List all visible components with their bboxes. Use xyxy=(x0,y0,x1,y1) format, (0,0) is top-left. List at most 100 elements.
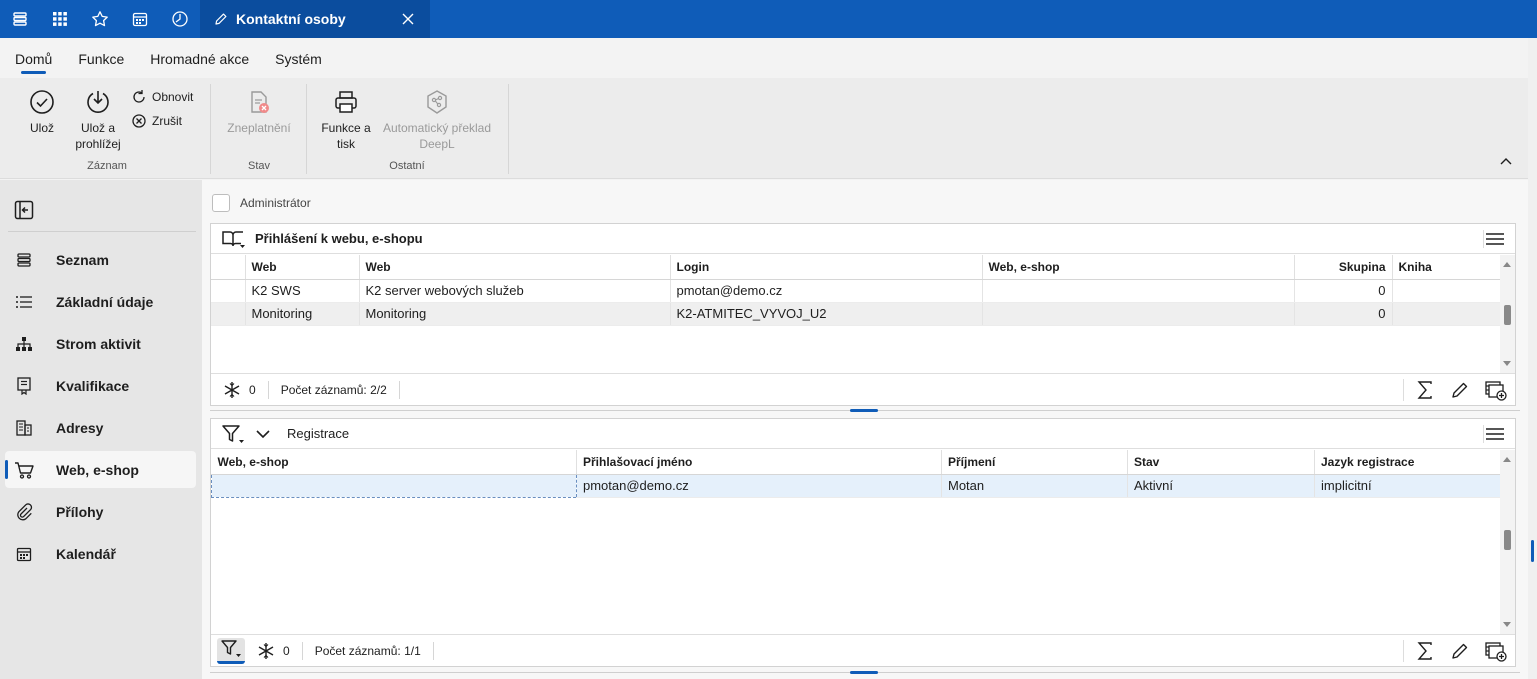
chevron-up-icon[interactable] xyxy=(1498,154,1514,170)
tab-funkce[interactable]: Funkce xyxy=(78,38,124,78)
row-indicator xyxy=(211,302,246,326)
registration-panel: Registrace Web, e-shop Přihlašovací jmén… xyxy=(210,418,1516,667)
table-row[interactable]: pmotan@demo.cz Motan Aktivní implicitní xyxy=(211,473,1501,498)
table-cell[interactable]: Aktivní xyxy=(1127,474,1315,498)
sidebar-item-kvalifikace[interactable]: Kvalifikace xyxy=(5,367,196,404)
table-cell[interactable] xyxy=(211,473,577,498)
sidebar-item-web-eshop[interactable]: Web, e-shop xyxy=(5,451,196,488)
table-cell[interactable] xyxy=(1392,279,1501,303)
cancel-label: Zrušit xyxy=(152,114,182,128)
tab-system[interactable]: Systém xyxy=(275,38,322,78)
certificate-icon xyxy=(14,376,34,396)
invalidate-label: Zneplatnění xyxy=(227,121,291,135)
close-icon[interactable] xyxy=(398,9,418,29)
book-icon[interactable] xyxy=(221,229,245,249)
edit-pencil-icon[interactable] xyxy=(1449,379,1471,401)
table-row[interactable]: Monitoring Monitoring K2-ATMITEC_VYVOJ_U… xyxy=(211,302,1501,326)
table-cell[interactable]: K2-ATMITEC_VYVOJ_U2 xyxy=(670,302,983,326)
tree-icon xyxy=(14,334,34,354)
tab-domu[interactable]: Domů xyxy=(15,38,52,78)
table-cell[interactable]: pmotan@demo.cz xyxy=(576,474,942,498)
active-document-tab[interactable]: Kontaktní osoby xyxy=(200,0,430,38)
table-cell[interactable] xyxy=(1392,302,1501,326)
table-cell[interactable]: 0 xyxy=(1294,279,1393,303)
ribbon-separator xyxy=(210,84,211,174)
filter-icon[interactable] xyxy=(221,423,245,445)
sum-icon[interactable] xyxy=(1403,640,1435,662)
sidebar-item-prilohy[interactable]: Přílohy xyxy=(5,493,196,530)
history-clock-icon[interactable] xyxy=(160,0,200,38)
web-login-table: Web Web Login Web, e-shop Skupina Kniha … xyxy=(211,255,1501,326)
collapse-sidebar-icon[interactable] xyxy=(14,200,34,220)
vertical-scrollbar[interactable] xyxy=(1500,450,1515,634)
sidebar-item-label: Seznam xyxy=(56,251,109,268)
refresh-button[interactable]: Obnovit xyxy=(130,88,193,106)
filter-toggle-icon[interactable] xyxy=(217,637,245,664)
sidebar-item-strom-aktivit[interactable]: Strom aktivit xyxy=(5,325,196,362)
edit-pencil-icon[interactable] xyxy=(1449,640,1471,662)
sidebar-item-kalendar[interactable]: Kalendář xyxy=(5,535,196,572)
chevron-down-icon[interactable] xyxy=(255,426,271,442)
table-cell[interactable]: K2 SWS xyxy=(245,279,360,303)
column-header[interactable]: Přihlašovací jméno xyxy=(576,450,942,475)
vertical-scrollbar[interactable] xyxy=(1500,255,1515,373)
panel-splitter[interactable] xyxy=(202,407,1528,415)
sum-icon[interactable] xyxy=(1403,379,1435,401)
invalidate-button[interactable]: Zneplatnění xyxy=(222,88,296,136)
ribbon-separator xyxy=(306,84,307,174)
snowflake-icon[interactable] xyxy=(223,381,241,399)
column-header[interactable]: Web xyxy=(359,255,671,280)
deepl-translate-button[interactable]: Automatický překlad DeepL xyxy=(378,88,496,152)
table-cell[interactable] xyxy=(982,302,1295,326)
save-button[interactable]: Ulož xyxy=(26,88,58,136)
tab-title: Kontaktní osoby xyxy=(236,11,346,27)
table-cell[interactable]: Monitoring xyxy=(245,302,360,326)
table-row[interactable]: K2 SWS K2 server webových služeb pmotan@… xyxy=(211,279,1501,303)
sidebar-item-zakladni-udaje[interactable]: Základní údaje xyxy=(5,283,196,320)
apps-grid-icon[interactable] xyxy=(40,0,80,38)
menu-icon[interactable] xyxy=(0,0,40,38)
add-record-icon[interactable] xyxy=(1485,379,1507,401)
table-cell[interactable]: pmotan@demo.cz xyxy=(670,279,983,303)
table-cell[interactable]: K2 server webových služeb xyxy=(359,279,671,303)
refresh-label: Obnovit xyxy=(152,90,194,104)
administrator-checkbox[interactable] xyxy=(212,194,230,212)
column-header[interactable]: Web, e-shop xyxy=(211,450,577,475)
column-header[interactable]: Stav xyxy=(1127,450,1315,475)
save-view-icon xyxy=(84,88,112,116)
hamburger-menu-icon[interactable] xyxy=(1483,230,1504,248)
column-header[interactable]: Příjmení xyxy=(941,450,1128,475)
column-header[interactable]: Web, e-shop xyxy=(982,255,1295,280)
sidebar-item-adresy[interactable]: Adresy xyxy=(5,409,196,446)
deepl-label-2: DeepL xyxy=(419,137,455,151)
tab-hromadne-akce[interactable]: Hromadné akce xyxy=(150,38,249,78)
save-view-label-1: Ulož a xyxy=(80,121,115,135)
table-cell[interactable]: 0 xyxy=(1294,302,1393,326)
save-and-view-button[interactable]: Ulož a prohlížej xyxy=(72,88,124,152)
column-header[interactable]: Kniha xyxy=(1392,255,1501,280)
table-cell[interactable]: Monitoring xyxy=(359,302,671,326)
window-scrollbar[interactable] xyxy=(1528,38,1537,679)
table-cell[interactable]: implicitní xyxy=(1314,474,1501,498)
calendar-icon[interactable] xyxy=(120,0,160,38)
table-cell[interactable] xyxy=(982,279,1295,303)
functions-print-button[interactable]: Funkce a tisk xyxy=(318,88,374,152)
hamburger-menu-icon[interactable] xyxy=(1483,425,1504,443)
column-header[interactable]: Login xyxy=(670,255,983,280)
group-label-other: Ostatní xyxy=(389,160,425,172)
title-bar: Kontaktní osoby xyxy=(0,0,1537,38)
table-cell[interactable]: Motan xyxy=(941,474,1128,498)
panel-splitter[interactable] xyxy=(202,669,1528,677)
sidebar-item-seznam[interactable]: Seznam xyxy=(5,241,196,278)
sidebar: Seznam Základní údaje Strom aktivit Kval… xyxy=(0,180,202,679)
column-header[interactable]: Jazyk registrace xyxy=(1314,450,1501,475)
cancel-button[interactable]: Zrušit xyxy=(130,112,182,130)
sidebar-item-label: Web, e-shop xyxy=(56,461,139,478)
deepl-label-1: Automatický překlad xyxy=(382,121,492,135)
column-header[interactable]: Web xyxy=(245,255,360,280)
star-icon[interactable] xyxy=(80,0,120,38)
add-record-icon[interactable] xyxy=(1485,640,1507,662)
print-label-1: Funkce a xyxy=(321,121,371,135)
column-header[interactable]: Skupina xyxy=(1294,255,1393,280)
snowflake-icon[interactable] xyxy=(257,642,275,660)
